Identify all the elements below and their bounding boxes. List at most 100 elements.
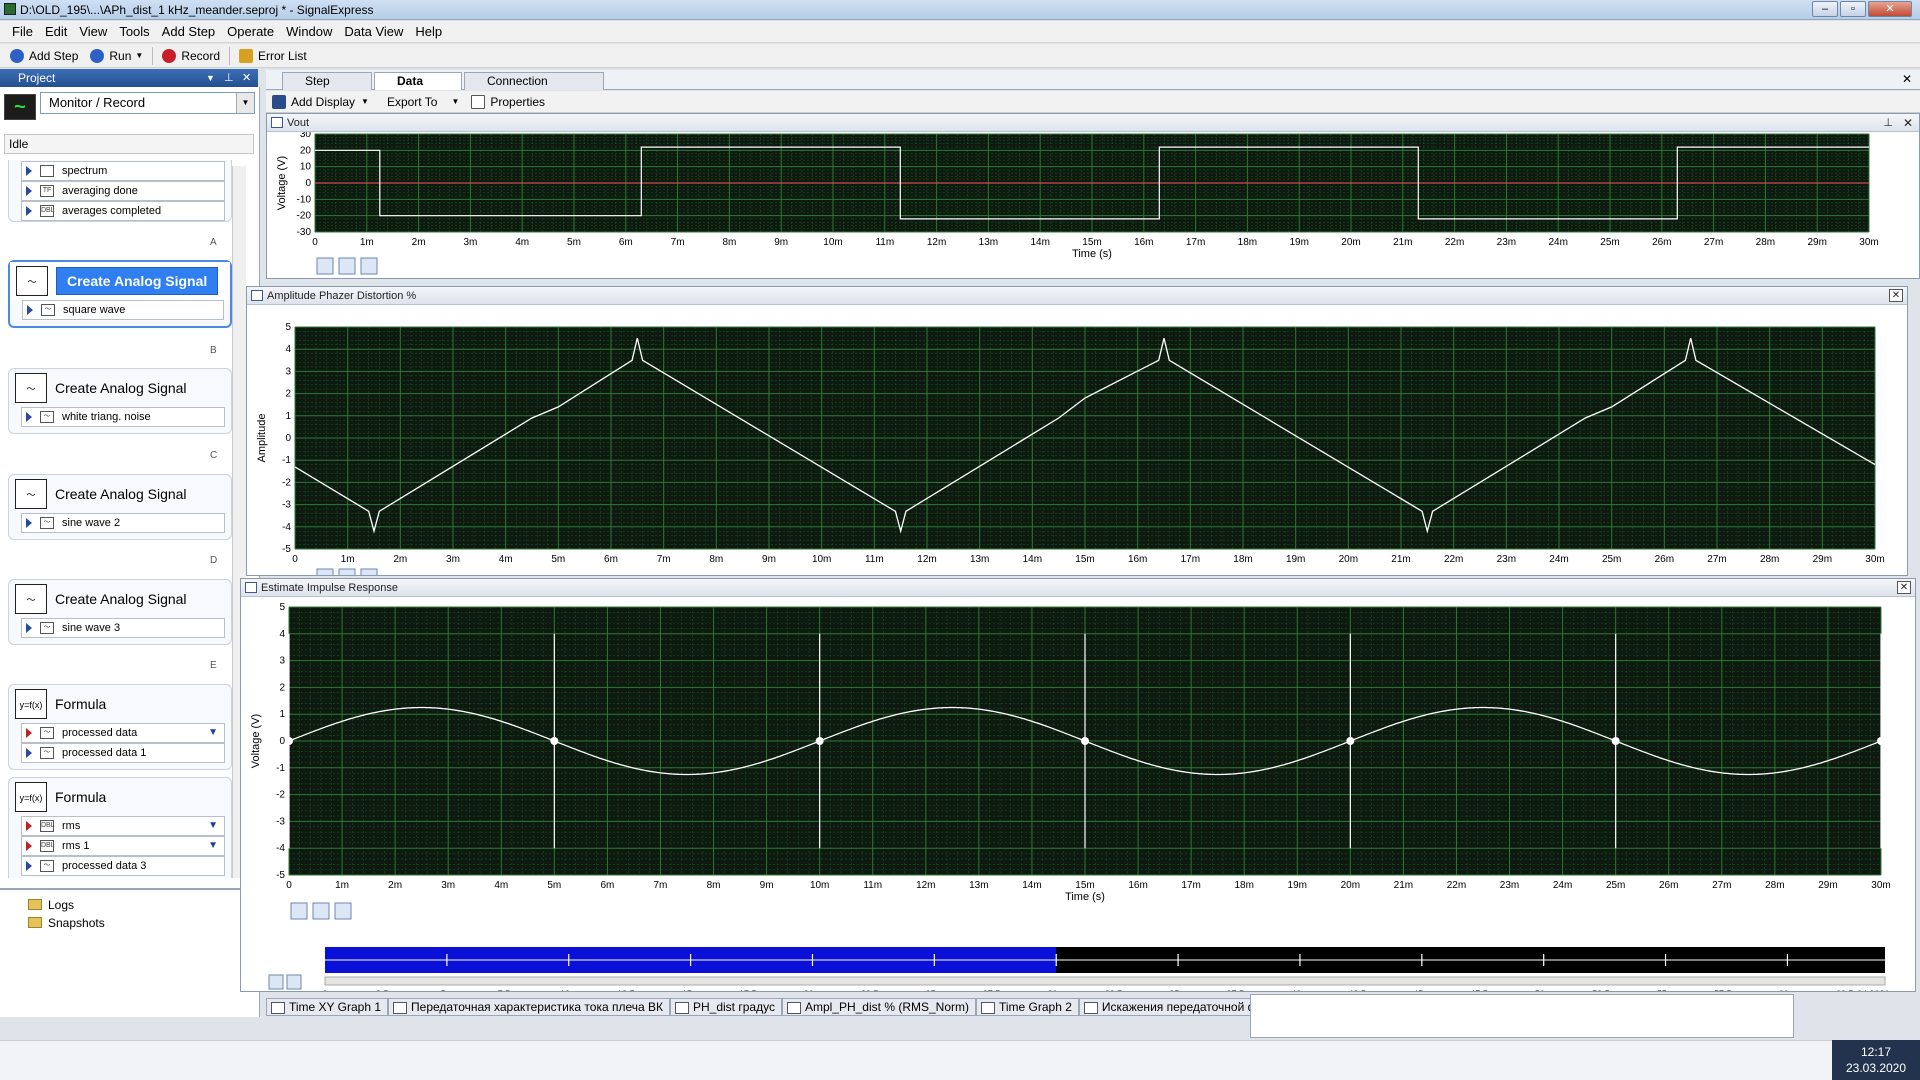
- expand-icon[interactable]: [26, 748, 32, 758]
- run-button[interactable]: Run ▼: [84, 45, 149, 67]
- vout-chart[interactable]: 0 1m 2m 3m 4m 5m 6m 7m 8m 9m 10m 11m 12m 13m 14m 15m 16m…: [267, 129, 1919, 278]
- tab-time-xy-graph-1[interactable]: Time XY Graph 1: [266, 998, 389, 1016]
- minimize-button[interactable]: –: [1812, 1, 1838, 17]
- overview-scrollbar[interactable]: [324, 976, 1886, 986]
- menu-help[interactable]: Help: [409, 21, 448, 43]
- chevron-down-icon[interactable]: ▼: [206, 69, 215, 87]
- tab-ph-dist[interactable]: PH_dist градус: [670, 998, 782, 1016]
- step-formula-1[interactable]: y=f(x) Formula 〜 processed data ▼ 〜 processe…: [8, 684, 232, 770]
- step-input-row[interactable]: DBL rms 1 ▼: [21, 836, 225, 856]
- tree-item-snapshots[interactable]: Snapshots: [28, 916, 105, 930]
- step-output-row[interactable]: TF averaging done: [21, 181, 225, 201]
- taskbar: [0, 1040, 1920, 1080]
- add-step-button[interactable]: Add Step: [4, 45, 84, 67]
- close-icon[interactable]: ✕: [1903, 114, 1913, 132]
- tab-data-view[interactable]: Data View: [374, 72, 462, 104]
- chevron-down-icon[interactable]: ▼: [361, 91, 369, 113]
- expand-icon[interactable]: [26, 861, 32, 871]
- x-tick-label: 14m: [1030, 237, 1049, 248]
- tab-time-graph-2[interactable]: Time Graph 2: [976, 998, 1079, 1016]
- record-button[interactable]: Record: [156, 45, 226, 67]
- properties-button[interactable]: Properties: [465, 91, 551, 113]
- step-create-analog-signal-noise[interactable]: 〜 Create Analog Signal 〜 white triang. noi…: [8, 368, 232, 434]
- pan-icon[interactable]: [360, 257, 378, 275]
- amplitude-distortion-chart[interactable]: 0 1m 2m 3m 4m 5m 6m 7m 8m 9m 10m 11m 12m 13m 14m 15m 16m…: [247, 305, 1907, 586]
- step-create-analog-signal-sine3[interactable]: 〜 Create Analog Signal 〜 sine wave 3: [8, 579, 232, 645]
- crosshair-icon[interactable]: [312, 902, 330, 920]
- expand-icon[interactable]: [26, 412, 32, 422]
- step-output-row[interactable]: 〜 square wave: [22, 300, 224, 320]
- run-icon: [90, 48, 105, 63]
- add-display-button[interactable]: Add Display ▼: [266, 91, 375, 113]
- step-output-row[interactable]: 〜 processed data 3: [21, 856, 225, 876]
- zoom-icon[interactable]: [290, 902, 308, 920]
- menu-data-view[interactable]: Data View: [338, 21, 409, 43]
- zoom-icon[interactable]: [316, 257, 334, 275]
- y-tick-label: -4: [282, 522, 291, 533]
- expand-icon[interactable]: [26, 518, 32, 528]
- system-clock[interactable]: 12:17 23.03.2020: [1832, 1040, 1920, 1080]
- tab-transfer-characteristic[interactable]: Передаточная характеристика тока плеча В…: [388, 998, 670, 1016]
- chevron-down-icon[interactable]: ▼: [135, 45, 143, 67]
- zoom-icon[interactable]: [316, 568, 334, 586]
- impulse-response-chart[interactable]: 0 1m 2m 3m 4m 5m 6m 7m 8m 9m 10m 11m 12m 13m 14m 15m 16m…: [241, 597, 1915, 999]
- waveform-icon: 〜: [40, 727, 54, 739]
- step-output-row[interactable]: 〜 sine wave 2: [21, 513, 225, 533]
- close-icon[interactable]: ✕: [242, 69, 251, 87]
- step-formula-2[interactable]: y=f(x) Formula DBL rms ▼ DBL rms 1 ▼ 〜 process…: [8, 777, 232, 878]
- dropdown-icon[interactable]: ▼: [208, 817, 218, 835]
- step-analysis[interactable]: spectrum TF averaging done DBL averages co…: [8, 160, 232, 222]
- step-create-analog-signal-square[interactable]: 〜 Create Analog Signal 〜 square wave: [8, 260, 232, 328]
- x-tick-label: 16m: [1128, 554, 1147, 565]
- zoom-out-icon[interactable]: [268, 974, 284, 990]
- tab-connection-diagram[interactable]: Connection Diagram: [464, 72, 604, 104]
- pan-icon[interactable]: [360, 568, 378, 586]
- export-to-button[interactable]: Export To ▼: [381, 91, 465, 113]
- chevron-down-icon[interactable]: ▼: [451, 91, 459, 113]
- tab-step-setup[interactable]: Step Setup: [282, 72, 372, 104]
- add-step-label: Add Step: [29, 48, 79, 63]
- close-icon[interactable]: ✕: [1897, 581, 1911, 594]
- close-icon[interactable]: ✕: [1889, 289, 1903, 302]
- expand-icon[interactable]: [26, 166, 32, 176]
- expand-icon[interactable]: [26, 186, 32, 196]
- expand-icon[interactable]: [26, 623, 32, 633]
- step-output-row[interactable]: 〜 processed data 1: [21, 743, 225, 763]
- menu-tools[interactable]: Tools: [113, 21, 155, 43]
- step-input-row[interactable]: DBL rms ▼: [21, 816, 225, 836]
- step-input-row[interactable]: 〜 processed data ▼: [21, 723, 225, 743]
- create-signal-icon: 〜: [15, 584, 47, 614]
- menu-file[interactable]: File: [6, 21, 39, 43]
- menu-operate[interactable]: Operate: [221, 21, 280, 43]
- step-output-row[interactable]: DBL averages completed: [21, 201, 225, 221]
- tab-ampl-ph-dist[interactable]: Ampl_PH_dist % (RMS_Norm): [781, 998, 976, 1016]
- pin-icon[interactable]: ⊥: [224, 69, 234, 87]
- maximize-button[interactable]: ▫: [1840, 1, 1866, 17]
- crosshair-icon[interactable]: [338, 257, 356, 275]
- dropdown-icon[interactable]: ▼: [208, 837, 218, 855]
- x-tick-label: 4m: [515, 237, 529, 248]
- mode-select[interactable]: Monitor / Record ▼: [40, 92, 255, 114]
- chevron-down-icon[interactable]: ▼: [236, 93, 254, 113]
- menu-view[interactable]: View: [73, 21, 113, 43]
- close-window-button[interactable]: ✕: [1868, 1, 1912, 17]
- tree-item-logs[interactable]: Logs: [28, 898, 74, 912]
- overview-tick-label: 42,5m: [1348, 989, 1373, 991]
- step-output-row[interactable]: 〜 sine wave 3: [21, 618, 225, 638]
- step-output-row[interactable]: 〜 white triang. noise: [21, 407, 225, 427]
- error-list-button[interactable]: Error List: [233, 45, 313, 67]
- pan-icon[interactable]: [334, 902, 352, 920]
- expand-icon[interactable]: [26, 206, 32, 216]
- dropdown-icon[interactable]: ▼: [208, 724, 218, 742]
- menu-add-step[interactable]: Add Step: [156, 21, 222, 43]
- step-create-analog-signal-sine2[interactable]: 〜 Create Analog Signal 〜 sine wave 2: [8, 474, 232, 540]
- expand-icon[interactable]: [27, 305, 33, 315]
- step-output-label: averages completed: [62, 205, 162, 217]
- pin-icon[interactable]: ⊥: [1883, 114, 1893, 132]
- crosshair-icon[interactable]: [338, 568, 356, 586]
- step-output-row[interactable]: spectrum: [21, 161, 225, 181]
- close-icon[interactable]: ✕: [1902, 72, 1912, 86]
- zoom-in-icon[interactable]: [286, 974, 302, 990]
- menu-window[interactable]: Window: [280, 21, 338, 43]
- menu-edit[interactable]: Edit: [39, 21, 73, 43]
